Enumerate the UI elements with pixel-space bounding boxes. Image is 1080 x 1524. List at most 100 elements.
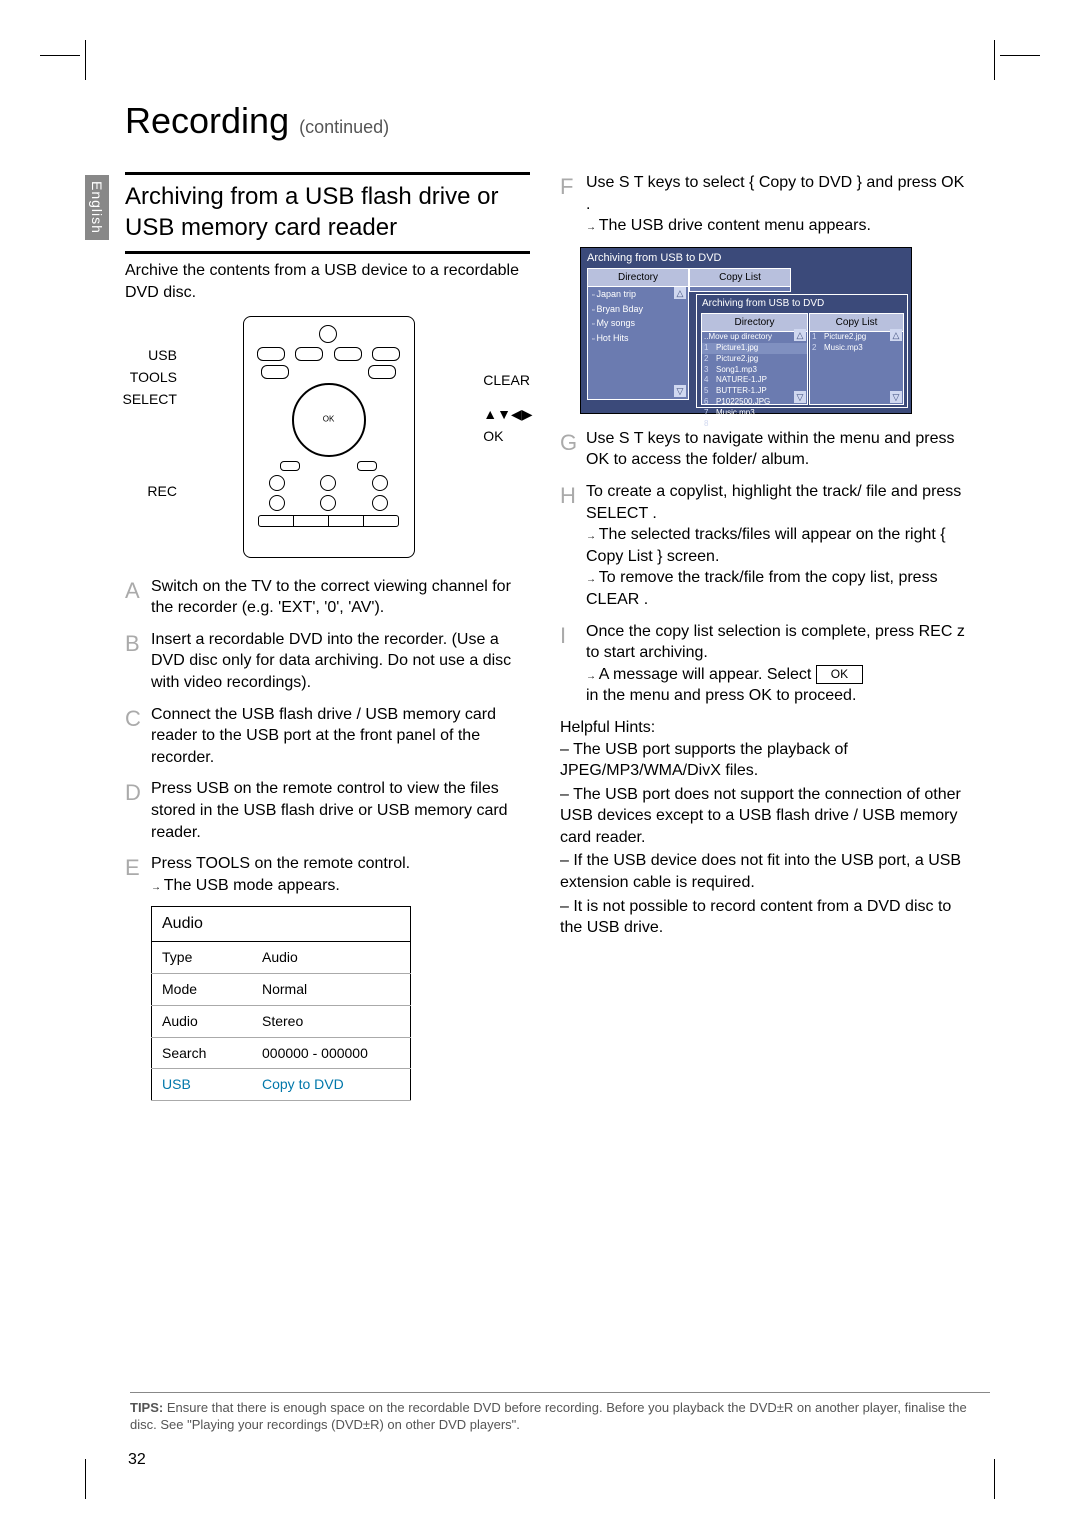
step-letter: B bbox=[125, 629, 151, 694]
sub-dir-header: Directory bbox=[702, 314, 807, 333]
table-row: TypeAudio bbox=[152, 941, 411, 973]
remote-illustration: USB TOOLS SELECT REC CLEAR ▲▼◀▶ OK bbox=[178, 316, 478, 558]
tips-label: TIPS: bbox=[130, 1400, 163, 1415]
step-letter: D bbox=[125, 778, 151, 843]
step-text: Insert a recordable DVD into the recorde… bbox=[151, 629, 530, 694]
tips-text: Ensure that there is enough space on the… bbox=[130, 1400, 967, 1433]
audio-header: Audio bbox=[152, 907, 411, 942]
cell-val: Stereo bbox=[252, 1005, 411, 1037]
scroll-down-icon: ▽ bbox=[794, 391, 806, 403]
table-row: USBCopy to DVD bbox=[152, 1069, 411, 1101]
step: C Connect the USB flash drive / USB memo… bbox=[125, 704, 530, 769]
step-text: Use S T keys to select { Copy to DVD } a… bbox=[586, 172, 965, 237]
step-text: Once the copy list selection is complete… bbox=[586, 621, 965, 707]
scroll-down-icon: ▽ bbox=[890, 391, 902, 403]
scroll-down-icon: ▽ bbox=[674, 385, 686, 397]
step: A Switch on the TV to the correct viewin… bbox=[125, 576, 530, 619]
crop-mark bbox=[40, 55, 80, 56]
crop-mark bbox=[85, 40, 86, 80]
step-sub: To remove the track/file from the copy l… bbox=[586, 567, 965, 610]
step: B Insert a recordable DVD into the recor… bbox=[125, 629, 530, 694]
usb-sub-screenshot: Archiving from USB to DVD Directory ..Mo… bbox=[696, 294, 908, 408]
usb-screenshot: Archiving from USB to DVD Directory Japa… bbox=[580, 247, 912, 414]
tips-footer: TIPS: Ensure that there is enough space … bbox=[130, 1392, 990, 1434]
label-select: SELECT bbox=[123, 390, 177, 412]
helpful-item: The USB port does not support the connec… bbox=[560, 784, 965, 849]
step-sub-after: in the menu and press OK to proceed. bbox=[586, 685, 965, 707]
step-letter: H bbox=[560, 481, 586, 611]
scroll-up-icon: △ bbox=[794, 329, 806, 341]
sub-title: Archiving from USB to DVD bbox=[697, 295, 907, 313]
file-row: 4NATURE-1.JP bbox=[702, 375, 807, 386]
cell-key: Search bbox=[152, 1037, 253, 1069]
file-row: 1Picture1.jpg bbox=[702, 343, 807, 354]
dir-item: Bryan Bday bbox=[588, 302, 688, 316]
helpful-hints: Helpful Hints: The USB port supports the… bbox=[560, 717, 965, 939]
step-letter: F bbox=[560, 172, 586, 237]
cell-val: Normal bbox=[252, 973, 411, 1005]
left-column: Archiving from a USB ﬂash drive or USB m… bbox=[125, 172, 530, 1101]
step-sub: The USB mode appears. bbox=[151, 875, 530, 897]
step-text: Use S T keys to navigate within the menu… bbox=[586, 428, 965, 471]
cell-val: 000000 - 000000 bbox=[252, 1037, 411, 1069]
audio-table: Audio TypeAudioModeNormalAudioStereoSear… bbox=[151, 906, 411, 1101]
step-letter: A bbox=[125, 576, 151, 619]
step-text: To create a copylist, highlight the trac… bbox=[586, 481, 965, 611]
cell-key: Type bbox=[152, 941, 253, 973]
label-usb: USB bbox=[123, 346, 177, 368]
step-letter: I bbox=[560, 621, 586, 707]
file-row: ..Move up directory bbox=[702, 332, 807, 343]
cell-key: Mode bbox=[152, 973, 253, 1005]
scroll-up-icon: △ bbox=[674, 287, 686, 299]
step-text: Connect the USB flash drive / USB memory… bbox=[151, 704, 530, 769]
cell-val: Audio bbox=[252, 941, 411, 973]
page-title: Recording (continued) bbox=[125, 100, 995, 142]
language-tab: English bbox=[85, 175, 109, 240]
crop-mark bbox=[85, 1459, 86, 1499]
title-text: Recording bbox=[125, 100, 289, 141]
page-number: 32 bbox=[128, 1451, 146, 1469]
dir-item: Hot Hits bbox=[588, 331, 688, 345]
file-row: 7Music.mp3 bbox=[702, 408, 807, 419]
table-row: ModeNormal bbox=[152, 973, 411, 1005]
step: E Press TOOLS on the remote control.The … bbox=[125, 853, 530, 896]
page: English Recording (continued) Archiving … bbox=[0, 0, 1080, 1524]
remote-box bbox=[243, 316, 415, 558]
table-row: Search000000 - 000000 bbox=[152, 1037, 411, 1069]
label-arrows: ▲▼◀▶ bbox=[483, 405, 532, 427]
label-tools: TOOLS bbox=[123, 368, 177, 390]
right-column: F Use S T keys to select { Copy to DVD }… bbox=[560, 172, 965, 1101]
step: H To create a copylist, highlight the tr… bbox=[560, 481, 965, 611]
table-row: AudioStereo bbox=[152, 1005, 411, 1037]
step: F Use S T keys to select { Copy to DVD }… bbox=[560, 172, 965, 237]
step-text: Press USB on the remote control to view … bbox=[151, 778, 530, 843]
file-row: 6P1022500.JPG bbox=[702, 397, 807, 408]
step-letter: C bbox=[125, 704, 151, 769]
copylist-header: Copy List bbox=[690, 269, 790, 288]
usb-shot-title: Archiving from USB to DVD bbox=[581, 248, 911, 269]
step: I Once the copy list selection is comple… bbox=[560, 621, 965, 707]
step-letter: G bbox=[560, 428, 586, 471]
dir-item: My songs bbox=[588, 316, 688, 330]
cell-key: USB bbox=[152, 1069, 253, 1101]
step-sub: A message will appear. Select OK bbox=[586, 664, 965, 686]
helpful-item: It is not possible to record content fro… bbox=[560, 896, 965, 939]
file-row: 3Song1.mp3 bbox=[702, 365, 807, 376]
scroll-up-icon: △ bbox=[890, 329, 902, 341]
helpful-heading: Helpful Hints: bbox=[560, 717, 965, 739]
ok-box: OK bbox=[816, 665, 863, 683]
label-ok: OK bbox=[483, 427, 532, 449]
dir-item: Japan trip bbox=[588, 287, 688, 301]
step: D Press USB on the remote control to vie… bbox=[125, 778, 530, 843]
directory-header: Directory bbox=[588, 269, 688, 288]
step-text: Switch on the TV to the correct viewing … bbox=[151, 576, 530, 619]
file-row: 8MERLIO-1.JPG bbox=[702, 419, 807, 430]
label-clear: CLEAR bbox=[483, 371, 532, 393]
step: G Use S T keys to navigate within the me… bbox=[560, 428, 965, 471]
helpful-item: If the USB device does not ﬁt into the U… bbox=[560, 850, 965, 893]
cell-val: Copy to DVD bbox=[252, 1069, 411, 1101]
cell-key: Audio bbox=[152, 1005, 253, 1037]
file-row: 2Music.mp3 bbox=[810, 343, 903, 354]
step-sub: The USB drive content menu appears. bbox=[586, 215, 965, 237]
crop-mark bbox=[994, 40, 995, 80]
